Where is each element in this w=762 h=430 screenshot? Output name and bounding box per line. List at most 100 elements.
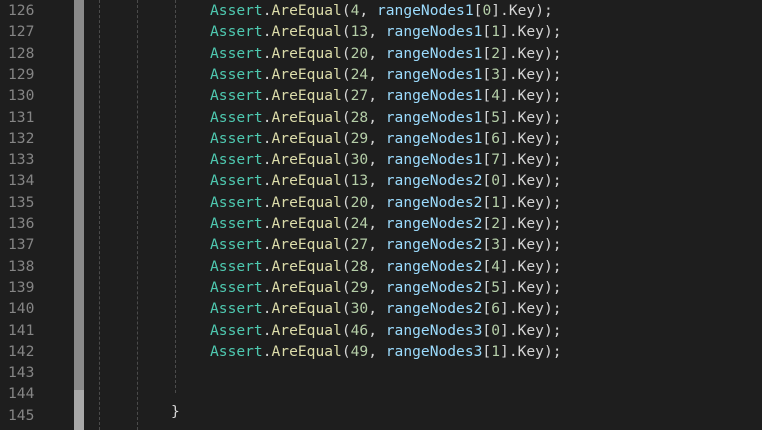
variable-token: rangeNodes2 <box>385 215 483 232</box>
punctuation-token: [ <box>482 321 492 339</box>
punctuation-token: ); <box>543 236 562 254</box>
method-token: AreEqual <box>271 65 342 83</box>
number-token: 6 <box>491 300 501 318</box>
number-token: 1 <box>491 342 501 360</box>
method-token: AreEqual <box>271 129 342 147</box>
class-token: Assert <box>210 2 263 19</box>
code-line[interactable]: Assert.AreEqual(29, rangeNodes2[5].Key); <box>210 277 562 298</box>
code-line[interactable]: Assert.AreEqual(24, rangeNodes1[3].Key); <box>210 64 562 85</box>
class-token: Assert <box>210 44 263 62</box>
punctuation-token: ); <box>535 2 553 19</box>
punctuation-token: [ <box>482 300 492 318</box>
variable-token: rangeNodes1 <box>385 44 483 62</box>
punctuation-token: ( <box>341 215 351 232</box>
punctuation-token: . <box>262 278 272 296</box>
punctuation-token: ( <box>341 342 351 360</box>
class-token: Assert <box>210 342 263 360</box>
property-token: .Key <box>508 23 544 41</box>
punctuation-token: [ <box>482 151 492 169</box>
variable-token: rangeNodes2 <box>385 193 483 211</box>
method-token: AreEqual <box>271 193 342 211</box>
code-line[interactable]: Assert.AreEqual(13, rangeNodes2[0].Key); <box>210 170 562 191</box>
punctuation-token: ( <box>341 172 351 190</box>
number-token: 28 <box>350 257 369 275</box>
code-line[interactable]: Assert.AreEqual(27, rangeNodes1[4].Key); <box>210 85 562 106</box>
punctuation-token: . <box>262 342 272 360</box>
code-line[interactable]: Assert.AreEqual(4, rangeNodes1[0].Key); <box>210 0 553 21</box>
punctuation-token: ] <box>500 215 509 232</box>
punctuation-token: , <box>368 87 386 105</box>
code-line[interactable]: Assert.AreEqual(29, rangeNodes1[6].Key); <box>210 128 562 149</box>
punctuation-token: [ <box>482 215 492 232</box>
punctuation-token: , <box>368 321 386 339</box>
number-token: 3 <box>491 65 501 83</box>
property-token: .Key <box>508 342 544 360</box>
punctuation-token: , <box>368 257 386 275</box>
method-token: AreEqual <box>271 172 342 190</box>
property-token: .Key <box>508 108 544 126</box>
property-token: .Key <box>508 193 544 211</box>
class-token: Assert <box>210 278 263 296</box>
code-line[interactable]: Assert.AreEqual(28, rangeNodes2[4].Key); <box>210 256 562 277</box>
method-token: AreEqual <box>271 108 342 126</box>
punctuation-token: ( <box>341 87 351 105</box>
punctuation-token: ( <box>341 2 351 19</box>
punctuation-token: ] <box>500 342 509 360</box>
punctuation-token: [ <box>482 342 492 360</box>
number-token: 1 <box>491 193 501 211</box>
punctuation-token: ); <box>543 151 562 169</box>
code-line[interactable]: Assert.AreEqual(20, rangeNodes2[1].Key); <box>210 192 562 213</box>
number-token: 27 <box>350 87 369 105</box>
punctuation-token: ( <box>341 300 351 318</box>
method-token: AreEqual <box>271 151 342 169</box>
code-line[interactable]: Assert.AreEqual(30, rangeNodes1[7].Key); <box>210 149 562 170</box>
code-editor[interactable]: 126 127 128 129 130 131 132 133 134 135 … <box>0 0 762 430</box>
code-line[interactable]: Assert.AreEqual(24, rangeNodes2[2].Key); <box>210 213 562 234</box>
code-line[interactable]: Assert.AreEqual(13, rangeNodes1[1].Key); <box>210 21 562 42</box>
punctuation-token: ] <box>491 2 501 19</box>
punctuation-token: ); <box>543 129 562 147</box>
number-token: 29 <box>350 278 369 296</box>
punctuation-token: ); <box>543 193 562 211</box>
closing-brace-line[interactable]: } <box>171 401 180 422</box>
punctuation-token: . <box>262 2 272 19</box>
code-line[interactable]: Assert.AreEqual(46, rangeNodes3[0].Key); <box>210 320 562 341</box>
number-token: 0 <box>491 321 501 339</box>
punctuation-token: , <box>368 342 386 360</box>
punctuation-token: ( <box>341 44 351 62</box>
punctuation-token: [ <box>482 44 492 62</box>
number-token: 20 <box>350 193 369 211</box>
punctuation-token: [ <box>482 65 492 83</box>
punctuation-token: [ <box>482 108 492 126</box>
class-token: Assert <box>210 23 263 41</box>
code-line[interactable]: Assert.AreEqual(27, rangeNodes2[3].Key); <box>210 234 562 255</box>
punctuation-token: ] <box>500 193 509 211</box>
property-token: .Key <box>508 87 544 105</box>
punctuation-token: [ <box>482 172 492 190</box>
punctuation-token: . <box>262 257 272 275</box>
code-line[interactable]: Assert.AreEqual(28, rangeNodes1[5].Key); <box>210 107 562 128</box>
punctuation-token: . <box>262 65 272 83</box>
variable-token: rangeNodes3 <box>385 342 483 360</box>
punctuation-token: [ <box>482 193 492 211</box>
number-token: 49 <box>350 342 369 360</box>
variable-token: rangeNodes1 <box>385 87 483 105</box>
punctuation-token: , <box>368 44 386 62</box>
punctuation-token: ] <box>500 172 509 190</box>
code-line[interactable]: Assert.AreEqual(20, rangeNodes1[2].Key); <box>210 43 562 64</box>
number-token: 2 <box>491 44 501 62</box>
punctuation-token: ); <box>543 342 562 360</box>
code-line[interactable]: Assert.AreEqual(49, rangeNodes3[1].Key); <box>210 341 562 362</box>
class-token: Assert <box>210 108 263 126</box>
class-token: Assert <box>210 257 263 275</box>
code-area[interactable]: Assert.AreEqual(4, rangeNodes1[0].Key); … <box>0 0 762 430</box>
number-token: 1 <box>491 23 501 41</box>
property-token: .Key <box>508 257 544 275</box>
punctuation-token: , <box>368 193 386 211</box>
variable-token: rangeNodes2 <box>385 300 483 318</box>
punctuation-token: [ <box>482 87 492 105</box>
punctuation-token: ( <box>341 151 351 169</box>
method-token: AreEqual <box>271 278 342 296</box>
code-line[interactable]: Assert.AreEqual(30, rangeNodes2[6].Key); <box>210 298 562 319</box>
method-token: AreEqual <box>271 236 342 254</box>
